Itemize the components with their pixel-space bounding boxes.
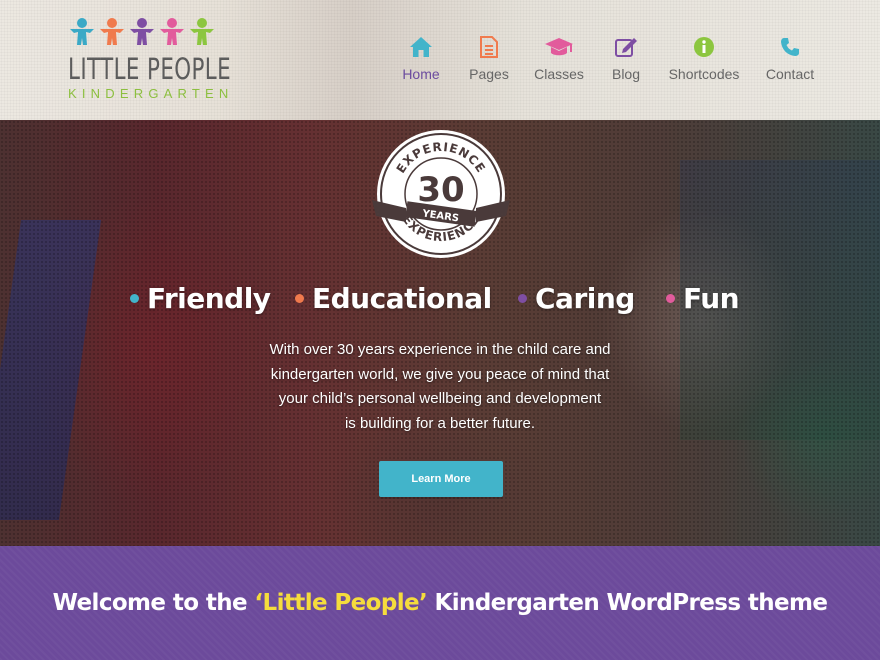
hero-description: With over 30 years experience in the chi… — [269, 341, 611, 432]
value-pillars: Friendly Educational Caring Fun — [0, 282, 880, 322]
learn-more-button[interactable]: Learn More — [379, 461, 503, 497]
welcome-heading: Welcome to the ‘Little People’ Kindergar… — [52, 590, 828, 616]
info-icon — [668, 34, 740, 60]
nav-item-blog[interactable]: Blog — [608, 34, 644, 82]
graduation-cap-icon — [534, 34, 584, 60]
document-icon — [468, 34, 510, 60]
main-nav: Home Pages Classes Blog Shortcodes Conta… — [0, 34, 880, 94]
nav-label-classes: Classes — [534, 66, 584, 82]
bullet-dot-icon — [666, 294, 675, 303]
phone-icon — [764, 34, 816, 60]
pillar-fun: Fun — [666, 282, 740, 315]
nav-item-pages[interactable]: Pages — [468, 34, 510, 82]
pillar-educational: Educational — [295, 282, 492, 315]
bullet-dot-icon — [518, 294, 527, 303]
nav-item-contact[interactable]: Contact — [764, 34, 816, 82]
site-header: LITTLE PEOPLE KINDERGARTEN Home Pages Cl… — [0, 0, 880, 120]
welcome-section: Welcome to the ‘Little People’ Kindergar… — [0, 546, 880, 660]
nav-label-pages: Pages — [469, 66, 509, 82]
nav-item-shortcodes[interactable]: Shortcodes — [668, 34, 740, 82]
pillar-friendly: Friendly — [130, 282, 271, 315]
nav-item-classes[interactable]: Classes — [534, 34, 584, 82]
welcome-highlight: ‘Little People’ — [254, 590, 428, 616]
pillar-caring: Caring — [518, 282, 635, 315]
nav-label-home: Home — [402, 66, 440, 82]
edit-icon — [608, 34, 644, 60]
hero-banner: EXPERIENCE EXPERIENCE 30 YEARS Friendly … — [0, 120, 880, 546]
nav-label-shortcodes: Shortcodes — [668, 66, 740, 82]
bullet-dot-icon — [295, 294, 304, 303]
nav-label-contact: Contact — [765, 66, 815, 82]
nav-label-blog: Blog — [611, 66, 641, 82]
bullet-dot-icon — [130, 294, 139, 303]
experience-badge: EXPERIENCE EXPERIENCE 30 YEARS — [372, 130, 510, 258]
nav-item-home[interactable]: Home — [400, 34, 442, 82]
home-icon — [400, 34, 442, 60]
